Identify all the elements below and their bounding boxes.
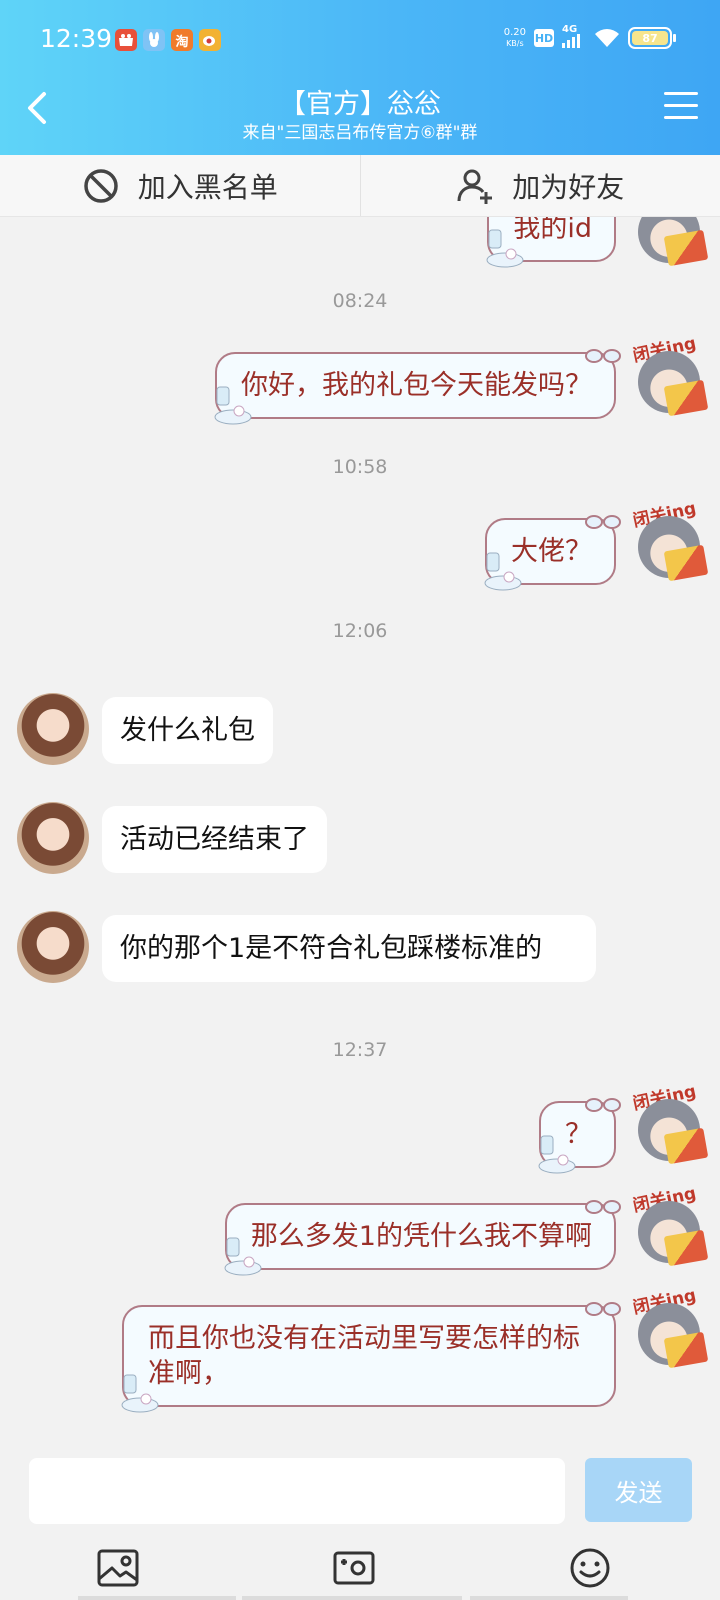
message-text: 活动已经结束了 (120, 824, 309, 855)
hd-voice-icon: HD (534, 29, 554, 47)
action-bar: 加入黑名单 加为好友 (0, 155, 720, 217)
message-bubble-right[interactable]: 大佬？ (484, 515, 621, 591)
emoji-icon[interactable] (568, 1546, 612, 1590)
message-bubble-right[interactable]: 而且你也没有在活动里写要怎样的标准啊， (121, 1302, 621, 1413)
gesture-bar (0, 1596, 720, 1600)
block-icon (83, 168, 118, 203)
menu-icon[interactable] (664, 92, 698, 122)
timestamp: 12:06 (332, 620, 388, 642)
goggles-icon (585, 349, 621, 363)
add-friend-label: 加为好友 (512, 170, 625, 204)
message-input[interactable] (29, 1458, 565, 1524)
goggles-icon (585, 1302, 621, 1316)
contact-avatar[interactable] (17, 693, 89, 765)
sticker-deco-icon (538, 1135, 576, 1174)
status-indicators: 0.20 KB/s HD 4G 87 (504, 24, 676, 49)
image-icon[interactable] (96, 1546, 140, 1590)
message-bubble-left[interactable]: 你的那个1是不符合礼包踩楼标准的 (102, 915, 596, 982)
goggles-icon (585, 515, 621, 529)
my-avatar[interactable] (628, 217, 709, 271)
my-avatar[interactable]: 闭关ing (628, 333, 709, 421)
taobao-app-icon: 淘 (171, 29, 193, 51)
my-avatar[interactable]: 闭关ing (628, 498, 709, 586)
blacklist-label: 加入黑名单 (137, 170, 278, 204)
add-friend-button[interactable]: 加为好友 (359, 155, 720, 216)
status-app-icons: 淘 (115, 29, 221, 51)
chat-title: 【官方】忩忩 (279, 89, 441, 120)
camera-icon[interactable] (332, 1546, 376, 1590)
status-time: 12:39 (40, 24, 113, 53)
message-bubble-left[interactable]: 发什么礼包 (102, 697, 273, 764)
sticker-deco-icon (486, 229, 524, 268)
message-text: 你好，我的礼包今天能发吗？ (241, 370, 592, 401)
cellular-signal-icon: 4G (562, 24, 586, 48)
timestamp: 10:58 (332, 456, 388, 478)
chat-subtitle: 来自"三国志吕布传官方⑥群"群 (242, 123, 478, 143)
sticker-deco-icon (484, 552, 522, 591)
my-avatar[interactable]: 闭关ing (628, 1285, 709, 1373)
contact-avatar[interactable] (17, 911, 89, 983)
chat-header: 12:39 淘 0.20 KB/s HD 4G 87 【官方】忩忩 来自"三国志… (0, 0, 720, 155)
message-bubble-right[interactable]: 你好，我的礼包今天能发吗？ (214, 349, 621, 425)
sticker-deco-icon (224, 1237, 262, 1276)
message-bubble-left[interactable]: 活动已经结束了 (102, 806, 327, 873)
sticker-deco-icon (121, 1374, 159, 1413)
contact-avatar[interactable] (17, 802, 89, 874)
my-avatar[interactable]: 闭关ing (628, 1081, 709, 1169)
my-avatar[interactable]: 闭关ing (628, 1183, 709, 1271)
network-type: 4G (562, 24, 578, 35)
input-bar: 发送 (0, 1442, 720, 1600)
message-text: 发什么礼包 (120, 715, 255, 746)
message-bubble-right[interactable]: ？ (538, 1098, 621, 1174)
message-bubble-right[interactable]: 我的id (486, 217, 616, 268)
add-user-icon (457, 169, 493, 204)
shop-app-icon (115, 29, 137, 51)
send-button[interactable]: 发送 (585, 1458, 692, 1522)
network-speed: 0.20 KB/s (504, 27, 526, 49)
wifi-icon (595, 29, 619, 47)
message-text: 而且你也没有在活动里写要怎样的标准啊， (148, 1323, 580, 1389)
sticker-deco-icon (214, 386, 252, 425)
weibo-app-icon (199, 29, 221, 51)
add-to-blacklist-button[interactable]: 加入黑名单 (0, 155, 360, 216)
battery-icon: 87 (628, 27, 676, 49)
status-bar: 12:39 淘 0.20 KB/s HD 4G 87 (0, 0, 720, 80)
message-text: 大佬？ (511, 536, 592, 567)
message-text: 你的那个1是不符合礼包踩楼标准的 (120, 933, 543, 964)
bunny-app-icon (143, 29, 165, 51)
timestamp: 08:24 (332, 290, 388, 312)
network-speed-unit: KB/s (506, 39, 524, 48)
timestamp: 12:37 (332, 1039, 388, 1061)
battery-level: 87 (632, 31, 668, 45)
message-bubble-right[interactable]: 那么多发1的凭什么我不算啊 (224, 1200, 621, 1276)
goggles-icon (585, 1200, 621, 1214)
message-text: 那么多发1的凭什么我不算啊 (250, 1221, 592, 1252)
message-list[interactable]: 我的id 08:24 你好，我的礼包今天能发吗？ 闭关ing 10:58 大佬？… (0, 217, 720, 1442)
network-speed-value: 0.20 (503, 27, 526, 38)
goggles-icon (585, 1098, 621, 1112)
